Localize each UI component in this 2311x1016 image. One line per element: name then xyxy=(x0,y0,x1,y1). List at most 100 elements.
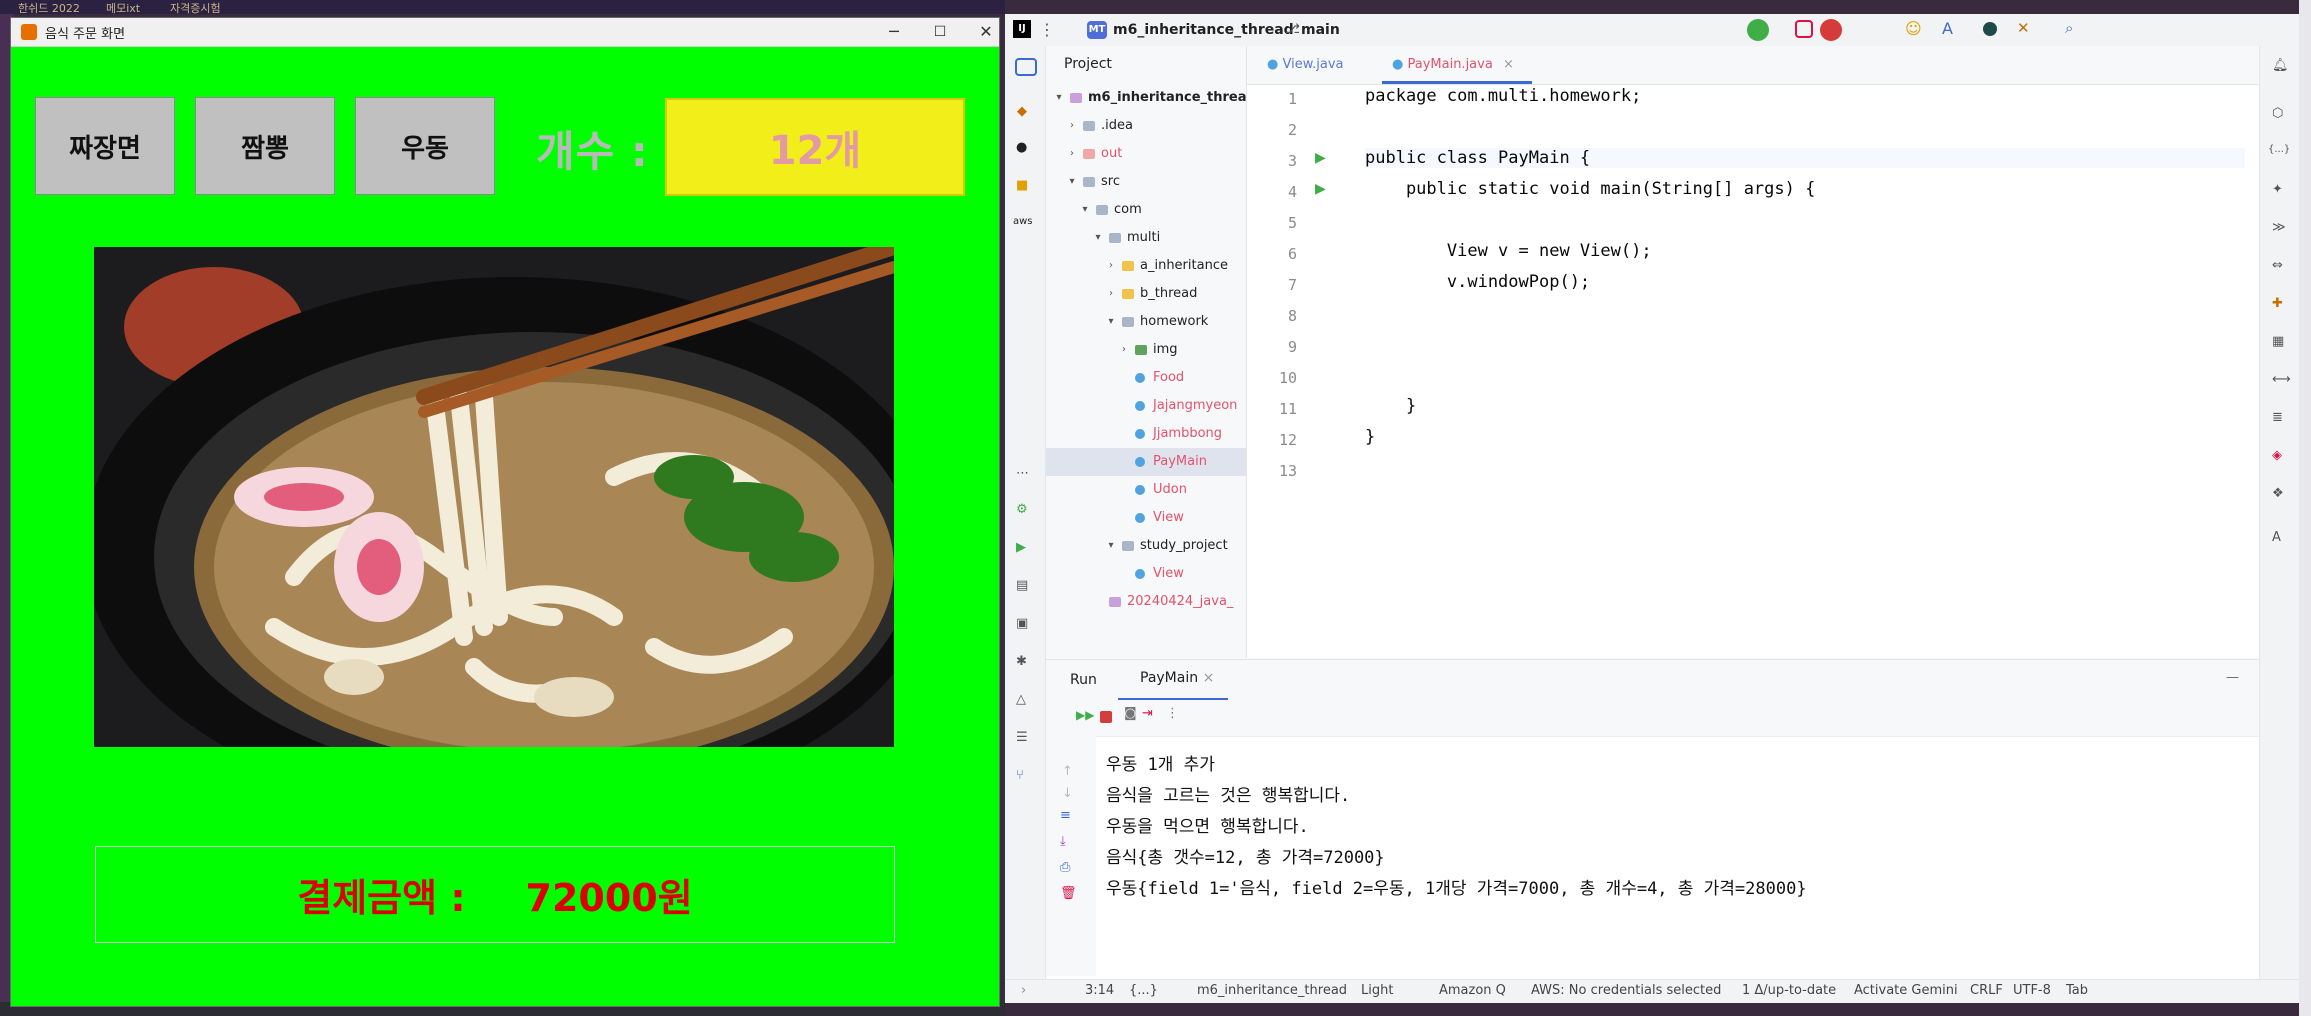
tree-item[interactable]: ▾ homework xyxy=(1046,308,1246,336)
stop-icon[interactable] xyxy=(1820,19,1842,41)
code-line[interactable]: public static void main(String[] args) { xyxy=(1365,179,1815,199)
tree-item[interactable]: › a_inheritance xyxy=(1046,252,1246,280)
debug-icon[interactable] xyxy=(1795,20,1813,38)
gradle-icon[interactable]: ⬡ xyxy=(2272,106,2283,121)
ide-logo-icon[interactable]: IJ xyxy=(1013,20,1031,38)
code-line[interactable]: package com.multi.homework; xyxy=(1365,86,1641,106)
jajangmyeon-button[interactable]: 짜장면 xyxy=(35,97,175,195)
code-line[interactable]: v.windowPop(); xyxy=(1365,272,1590,292)
copilot-icon[interactable] xyxy=(1983,22,1997,36)
more-tools-icon[interactable]: ⋯ xyxy=(1016,466,1029,481)
rerun-icon[interactable]: ▶▶ xyxy=(1076,708,1094,722)
aws-icon[interactable]: aws xyxy=(1013,216,1033,227)
jjamppong-button[interactable]: 짬뽕 xyxy=(195,97,335,195)
aws-status[interactable]: AWS: No credentials selected xyxy=(1531,983,1721,998)
chevron-down-icon[interactable]: ▾ xyxy=(1054,84,1064,112)
code-area[interactable]: 1 package com.multi.homework; 2 3 public cla… xyxy=(1247,86,2247,646)
chevron-down-icon[interactable]: ▾ xyxy=(1106,308,1116,336)
chevron-down-icon[interactable]: ▾ xyxy=(1067,168,1077,196)
tab-paymain-java[interactable]: ● PayMain.java × xyxy=(1382,46,1532,84)
run-tool-icon[interactable]: ▶ xyxy=(1016,540,1026,555)
tree-item[interactable]: PayMain xyxy=(1046,448,1246,476)
chevron-down-icon[interactable]: ▾ xyxy=(1080,196,1090,224)
tree-item[interactable]: View xyxy=(1046,560,1246,588)
print-icon[interactable]: ⎙ xyxy=(1060,860,1070,875)
desktop-item[interactable]: 한쉬드 2022 xyxy=(18,0,80,16)
build-tools-icon[interactable]: ✕ xyxy=(2017,19,2030,37)
chevron-right-icon[interactable]: › xyxy=(1106,252,1116,280)
diff-icon[interactable]: ⟷ xyxy=(2272,372,2291,387)
run-icon[interactable] xyxy=(1747,19,1769,41)
window-titlebar[interactable]: 음식 주문 화면 ─ ☐ ✕ xyxy=(11,18,999,47)
branch-switcher[interactable]: main xyxy=(1301,22,1340,38)
soft-wrap-icon[interactable]: ≡ xyxy=(1060,808,1071,823)
plugin-icon[interactable]: ✚ xyxy=(2272,296,2283,311)
main-menu-icon[interactable]: ⋮ xyxy=(1039,20,1055,39)
tree-item[interactable]: ▾ multi xyxy=(1046,224,1246,252)
code-line[interactable]: } xyxy=(1365,396,1416,416)
minimize-panel-icon[interactable]: — xyxy=(2226,670,2239,685)
tree-item[interactable]: › b_thread xyxy=(1046,280,1246,308)
problems-icon[interactable]: △ xyxy=(1016,692,1026,707)
maximize-button[interactable]: ☐ xyxy=(917,18,963,46)
font-icon[interactable]: A xyxy=(2272,530,2281,545)
tree-item[interactable]: ▾ study_project xyxy=(1046,532,1246,560)
services-icon[interactable]: ✱ xyxy=(1016,654,1027,669)
chevron-right-icon[interactable]: › xyxy=(1119,336,1129,364)
clear-console-icon[interactable]: 🗑︎ xyxy=(1060,886,1077,901)
console-output[interactable]: 우동 1개 추가 음식을 고르는 것은 행복합니다. 우동을 먹으면 행복합니다. 음… xyxy=(1106,740,2246,970)
json-icon[interactable]: {...} xyxy=(2268,144,2290,155)
stop-run-icon[interactable] xyxy=(1100,711,1112,723)
layers-icon[interactable]: ≣ xyxy=(2272,410,2283,425)
amazon-q-status[interactable]: Amazon Q xyxy=(1439,983,1506,998)
translate-icon[interactable]: A xyxy=(1942,19,1953,38)
git-icon[interactable]: ⑂ xyxy=(1016,768,1024,783)
code-line[interactable]: } xyxy=(1365,427,1375,447)
camera-icon[interactable]: ◙ xyxy=(1124,706,1137,721)
tree-item[interactable]: View xyxy=(1046,504,1246,532)
terminal-icon[interactable]: ▣ xyxy=(1016,616,1028,631)
more-icon[interactable]: ⋮ xyxy=(1166,706,1179,721)
settings-icon[interactable]: ⚙ xyxy=(1016,502,1028,517)
tree-item[interactable]: Jajangmyeon xyxy=(1046,392,1246,420)
tree-item[interactable]: ▾ com xyxy=(1046,196,1246,224)
breadcrumb-arrow-icon[interactable]: › xyxy=(1021,983,1026,998)
chevron-right-icon[interactable]: › xyxy=(1067,112,1077,140)
bookmarks-icon[interactable]: ■ xyxy=(1016,178,1028,193)
people-icon[interactable]: ☺ xyxy=(1905,19,1922,38)
project-switcher[interactable]: m6_inheritance_thread xyxy=(1113,22,1294,38)
stack-icon[interactable]: ❖ xyxy=(2272,486,2284,501)
minimize-button[interactable]: ─ xyxy=(871,18,917,46)
code-line[interactable]: View v = new View(); xyxy=(1365,241,1652,261)
tree-item[interactable]: › img xyxy=(1046,336,1246,364)
scroll-end-icon[interactable]: ⤓ xyxy=(1060,834,1066,849)
notifications-icon[interactable]: 🔔︎ xyxy=(2272,58,2289,73)
braces-indicator[interactable]: {...} xyxy=(1129,983,1158,998)
chevron-right-icon[interactable]: › xyxy=(1067,140,1077,168)
run-tab[interactable]: Run xyxy=(1070,672,1097,688)
cursor-position[interactable]: 3:14 xyxy=(1085,983,1114,998)
todo-icon[interactable]: ☰ xyxy=(1016,730,1028,745)
tree-item[interactable]: Udon xyxy=(1046,476,1246,504)
vcs-status[interactable]: 1 Δ/up-to-date xyxy=(1742,983,1836,998)
tree-item[interactable]: ▾ m6_inheritance_thread xyxy=(1046,84,1246,112)
project-tool-icon[interactable] xyxy=(1015,58,1037,76)
file-encoding[interactable]: UTF-8 xyxy=(2013,983,2051,998)
coverage-icon[interactable]: ◈ xyxy=(2272,448,2282,463)
udon-button[interactable]: 우동 xyxy=(355,97,495,195)
tree-item[interactable]: Food xyxy=(1046,364,1246,392)
code-line[interactable]: public class PayMain { xyxy=(1365,148,2245,168)
run-gutter-icon[interactable]: ▶ xyxy=(1315,181,1326,197)
close-run-tab-icon[interactable]: × xyxy=(1203,670,1215,686)
tree-item[interactable]: ▾ src xyxy=(1046,168,1246,196)
line-separator[interactable]: CRLF xyxy=(1970,983,2003,998)
paymain-run-tab[interactable]: PayMain × xyxy=(1118,670,1228,700)
tree-item[interactable]: Jjambbong xyxy=(1046,420,1246,448)
theme-indicator[interactable]: Light xyxy=(1361,983,1393,998)
github-icon[interactable]: ● xyxy=(1016,140,1027,155)
exit-icon[interactable]: ⇥ xyxy=(1142,706,1153,721)
tree-item[interactable]: 20240424_java_ xyxy=(1046,588,1246,616)
remote-icon[interactable]: ⇔ xyxy=(2272,258,2283,273)
database-icon[interactable]: ▤ xyxy=(1016,578,1028,593)
scroll-down-icon[interactable]: ↓ xyxy=(1062,786,1073,801)
